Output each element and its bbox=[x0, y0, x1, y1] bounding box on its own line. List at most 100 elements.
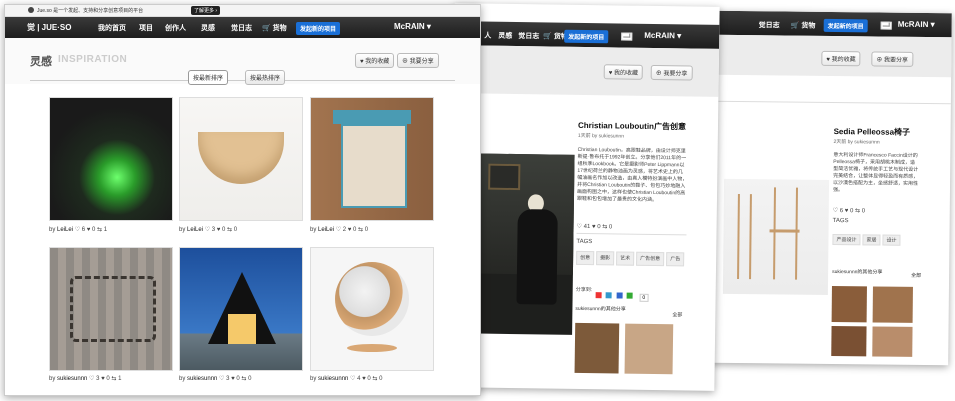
other-share-thumb[interactable] bbox=[872, 286, 913, 323]
publish-project-button[interactable]: 发起新的项目 bbox=[564, 29, 609, 44]
tile-author-link[interactable]: LeiLei bbox=[187, 227, 203, 233]
share-to-label: 分享到: bbox=[575, 286, 593, 294]
birdhouse-roof bbox=[333, 110, 411, 124]
sort-newest-tab[interactable]: 按最新排序 bbox=[188, 70, 229, 85]
sort-hottest-tab[interactable]: 按最热排序 bbox=[245, 70, 286, 85]
learn-more-button[interactable]: 了解更多 › bbox=[191, 6, 221, 15]
stats-divider bbox=[576, 232, 687, 236]
inspiration-tile[interactable] bbox=[310, 97, 434, 221]
other-share-thumb[interactable] bbox=[872, 326, 913, 357]
detail-stats: ♡ 41 ♥ 0 ⇆ 0 bbox=[576, 223, 613, 231]
nav-item-home[interactable]: 我的首页 bbox=[98, 23, 126, 33]
other-share-thumb[interactable] bbox=[574, 322, 620, 374]
inspiration-tile[interactable] bbox=[310, 247, 434, 371]
nav-item-journal[interactable]: 觉日志 bbox=[759, 20, 780, 30]
user-menu[interactable]: McRAIN ▾ bbox=[898, 20, 935, 29]
inspiration-tile[interactable] bbox=[49, 247, 173, 371]
tile-author-link[interactable]: sukiesunnn bbox=[318, 376, 348, 382]
mail-icon[interactable] bbox=[880, 21, 892, 30]
top-nav-bar: 觉 | JUE·SO 我的首页 项目 创作人 灵感 觉日志 🛒 货物 发起新的项… bbox=[5, 17, 480, 38]
nav-item-creators[interactable]: 创作人 bbox=[165, 23, 186, 33]
nav-item-store[interactable]: 🛒 货物 bbox=[791, 21, 816, 31]
site-logo[interactable]: 觉 | JUE·SO bbox=[27, 22, 71, 33]
inspiration-tile[interactable] bbox=[179, 247, 303, 371]
chair-2 bbox=[773, 187, 799, 280]
my-collection-button[interactable]: ♥ 我的收藏 bbox=[355, 53, 395, 68]
tags-label: TAGS bbox=[832, 218, 849, 225]
tile-author-link[interactable]: LeiLei bbox=[318, 227, 334, 233]
user-menu[interactable]: McRAIN ▾ bbox=[394, 22, 431, 31]
share-button[interactable]: ⊕ 我要分享 bbox=[871, 51, 914, 67]
publish-project-button[interactable]: 发起新的项目 bbox=[296, 22, 341, 35]
tag[interactable]: 艺术 bbox=[616, 251, 635, 266]
tile-caption: by sukiesunnn ♡ 3 ♥ 0 ⇆ 0 bbox=[179, 376, 252, 382]
section-header: 灵感 INSPIRATION ♥ 我的收藏 ⊕ 我要分享 bbox=[5, 38, 480, 84]
painting-frame bbox=[488, 163, 521, 191]
tag[interactable]: 产品设计 bbox=[832, 234, 861, 246]
share-button[interactable]: ⊕ 我要分享 bbox=[650, 64, 693, 81]
nav-item-projects[interactable]: 项目 bbox=[139, 23, 153, 33]
inspiration-page: Jue.so 是一个发起、支持和分享创意项目的平台 了解更多 › 觉 | JUE… bbox=[4, 4, 481, 396]
share-button[interactable]: ⊕ 我要分享 bbox=[397, 53, 439, 68]
detail-page-back: 觉日志 🛒 货物 发起新的项目 McRAIN ▾ ♥ 我的收藏 ⊕ 我要分享 S… bbox=[710, 10, 952, 366]
nav-item-store[interactable]: 🛒 货物 bbox=[262, 23, 287, 33]
sub-header: ♥ 我的收藏 ⊕ 我要分享 bbox=[453, 45, 720, 97]
bowl-shape bbox=[198, 132, 284, 184]
detail-meta: 2天前 by sukiesunnn bbox=[833, 139, 880, 146]
tag[interactable]: 家居 bbox=[862, 234, 881, 246]
other-shares-label: sukiesunnn的其他分享 bbox=[832, 269, 883, 276]
tag[interactable]: 创意 bbox=[576, 250, 595, 266]
douban-icon[interactable] bbox=[626, 292, 634, 299]
content-divider bbox=[712, 100, 951, 105]
tags-label: TAGS bbox=[576, 238, 593, 246]
sort-divider bbox=[30, 80, 455, 81]
tile-caption: by LeiLei ♡ 6 ♥ 0 ⇆ 1 bbox=[49, 227, 108, 233]
detail-page-middle: 人 灵感 觉日志 🛒 货物 发起新的项目 McRAIN ▾ ♥ 我的收藏 ⊕ 我… bbox=[449, 3, 720, 391]
tile-author-link[interactable]: sukiesunnn bbox=[57, 376, 87, 382]
detail-title: Christian Louboutin广告创意 bbox=[577, 120, 687, 132]
weibo-icon[interactable] bbox=[595, 292, 602, 299]
top-nav-bar: 觉日志 🛒 货物 发起新的项目 McRAIN ▾ bbox=[713, 10, 952, 38]
mail-icon[interactable] bbox=[621, 32, 633, 41]
detail-meta: 1天前 by sukiesunnn bbox=[577, 132, 625, 140]
chair-1 bbox=[737, 194, 752, 280]
top-nav-bar: 人 灵感 觉日志 🛒 货物 发起新的项目 McRAIN ▾ bbox=[454, 21, 720, 49]
other-share-thumb[interactable] bbox=[624, 323, 674, 375]
renren-icon[interactable] bbox=[616, 292, 623, 299]
view-all-link[interactable]: 全部 bbox=[672, 311, 682, 318]
detail-image bbox=[722, 178, 830, 295]
my-collection-button[interactable]: ♥ 我的收藏 bbox=[603, 64, 644, 80]
nav-item-inspiration[interactable]: 灵感 bbox=[498, 31, 512, 41]
tag[interactable]: 广告 bbox=[666, 252, 685, 267]
inspiration-tile[interactable] bbox=[49, 97, 173, 221]
tag[interactable]: 摄影 bbox=[596, 251, 615, 266]
page-title: 灵感 bbox=[30, 56, 52, 68]
tags-list: 产品设计 家居 设计 bbox=[832, 228, 927, 247]
detail-image bbox=[478, 153, 575, 335]
globe-stand bbox=[347, 344, 397, 352]
nav-item-journal[interactable]: 觉日志 bbox=[518, 31, 539, 41]
qq-icon[interactable] bbox=[606, 292, 613, 299]
jewelry-shape bbox=[70, 276, 156, 342]
figure-body bbox=[516, 209, 558, 305]
share-count: 0 bbox=[639, 293, 649, 302]
tile-author-link[interactable]: sukiesunnn bbox=[187, 376, 217, 382]
tile-author-link[interactable]: LeiLei bbox=[57, 227, 73, 233]
nav-item-inspiration[interactable]: 灵感 bbox=[201, 23, 215, 33]
inspiration-tile[interactable] bbox=[179, 97, 303, 221]
user-menu[interactable]: McRAIN ▾ bbox=[644, 31, 681, 41]
tag[interactable]: 设计 bbox=[882, 234, 901, 246]
other-share-thumb[interactable] bbox=[831, 286, 867, 323]
chair-seat bbox=[769, 229, 800, 233]
view-all-link[interactable]: 全部 bbox=[911, 272, 921, 279]
my-collection-button[interactable]: ♥ 我的收藏 bbox=[821, 50, 861, 67]
detail-stats: ♡ 6 ♥ 0 ⇆ 0 bbox=[832, 208, 866, 215]
other-share-thumb[interactable] bbox=[831, 326, 867, 357]
site-logo-small-icon bbox=[28, 7, 34, 13]
globe-shape bbox=[335, 262, 409, 336]
nav-item-journal[interactable]: 觉日志 bbox=[231, 23, 252, 33]
tile-caption: by sukiesunnn ♡ 4 ♥ 0 ⇆ 0 bbox=[310, 376, 383, 382]
nav-item-creators[interactable]: 人 bbox=[484, 31, 491, 41]
publish-project-button[interactable]: 发起新的项目 bbox=[823, 18, 868, 33]
tag[interactable]: 广告创意 bbox=[636, 251, 665, 267]
